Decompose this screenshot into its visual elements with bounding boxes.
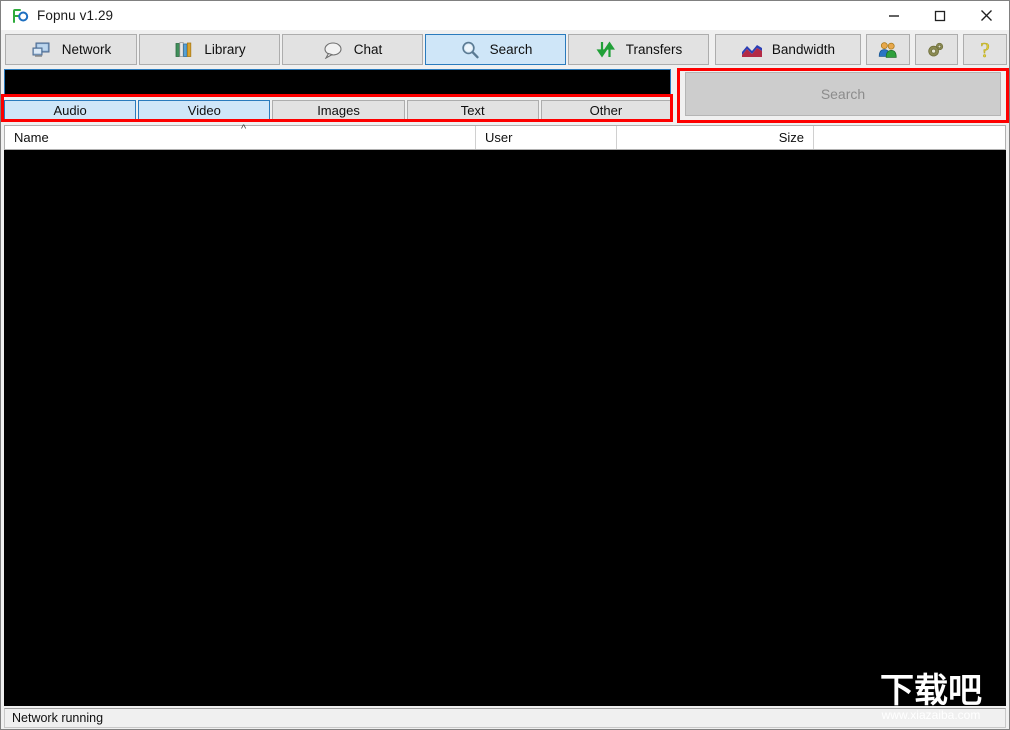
fopnu-application-window: Fopnu v1.29 Network Library Chat Search … [0, 0, 1010, 730]
search-tab-audio-label: Audio [53, 103, 87, 118]
svg-text:?: ? [980, 39, 989, 61]
toolbar-button-chat[interactable]: Chat [282, 34, 424, 65]
search-tab-images[interactable]: Images [272, 100, 405, 121]
close-button[interactable] [963, 1, 1009, 30]
gear-settings-icon [925, 39, 947, 61]
search-category-tabs: Audio Video Images Text Other [4, 100, 672, 121]
fopnu-logo-icon [10, 6, 30, 26]
search-tab-other-label: Other [589, 103, 623, 118]
search-tab-text-label: Text [460, 103, 485, 118]
users-people-icon [877, 39, 899, 61]
toolbar-button-bandwidth-label: Bandwidth [771, 42, 835, 57]
toolbar-button-network[interactable]: Network [5, 34, 138, 65]
column-header-size-label: Size [778, 130, 804, 145]
toolbar-button-users[interactable] [865, 34, 910, 65]
question-mark-help-icon: ? [974, 39, 996, 61]
window-title: Fopnu v1.29 [37, 8, 114, 23]
books-icon [173, 39, 195, 61]
toolbar-button-transfers[interactable]: Transfers [568, 34, 709, 65]
toolbar-button-library-label: Library [204, 42, 246, 57]
column-header-size[interactable]: Size [617, 126, 814, 149]
magnifier-icon [459, 39, 481, 61]
search-tab-other[interactable]: Other [540, 100, 672, 121]
computer-monitor-icon [31, 39, 53, 61]
minimize-button[interactable] [871, 1, 917, 30]
toolbar-button-help[interactable]: ? [963, 34, 1007, 65]
status-bar-text: Network running [12, 711, 104, 725]
search-input[interactable] [9, 73, 659, 91]
search-tab-text[interactable]: Text [406, 100, 539, 121]
results-column-headers: Name ^ User Size [4, 123, 1006, 150]
search-submit-button-label: Search [820, 86, 866, 102]
maximize-button[interactable] [917, 1, 963, 30]
search-tab-video-label: Video [187, 103, 221, 118]
close-icon [980, 10, 992, 21]
toolbar-button-chat-label: Chat [353, 42, 383, 57]
minimize-icon [889, 14, 899, 17]
search-results-list[interactable] [4, 150, 1006, 706]
sort-ascending-icon: ^ [241, 123, 247, 135]
area-chart-icon [741, 39, 763, 61]
main-toolbar: Network Library Chat Search Transfers Ba… [1, 30, 1009, 69]
window-controls [871, 1, 1009, 30]
column-header-user[interactable]: User [476, 126, 617, 149]
toolbar-button-search[interactable]: Search [425, 34, 566, 65]
search-tab-video[interactable]: Video [138, 100, 271, 121]
search-tab-audio[interactable]: Audio [4, 100, 137, 121]
column-header-name[interactable]: Name ^ [5, 123, 476, 149]
toolbar-button-network-label: Network [61, 42, 112, 57]
column-header-user-label: User [485, 130, 513, 145]
title-bar: Fopnu v1.29 [1, 1, 1009, 30]
column-header-filler [814, 126, 1005, 149]
up-down-arrows-icon [595, 39, 617, 61]
toolbar-button-transfers-label: Transfers [625, 42, 683, 57]
search-bar-row: Audio Video Images Text Other Search [1, 67, 1009, 121]
search-submit-button[interactable]: Search [685, 72, 1001, 116]
toolbar-button-settings[interactable] [914, 34, 959, 65]
status-bar: Network running [4, 708, 1006, 728]
column-header-name-label: Name [14, 130, 49, 145]
maximize-icon [934, 10, 946, 21]
toolbar-button-bandwidth[interactable]: Bandwidth [714, 34, 861, 65]
toolbar-button-search-label: Search [489, 42, 533, 57]
toolbar-button-library[interactable]: Library [139, 34, 281, 65]
search-input-wrapper[interactable] [4, 69, 671, 95]
search-tab-images-label: Images [317, 103, 360, 118]
speech-bubble-icon [323, 39, 345, 61]
